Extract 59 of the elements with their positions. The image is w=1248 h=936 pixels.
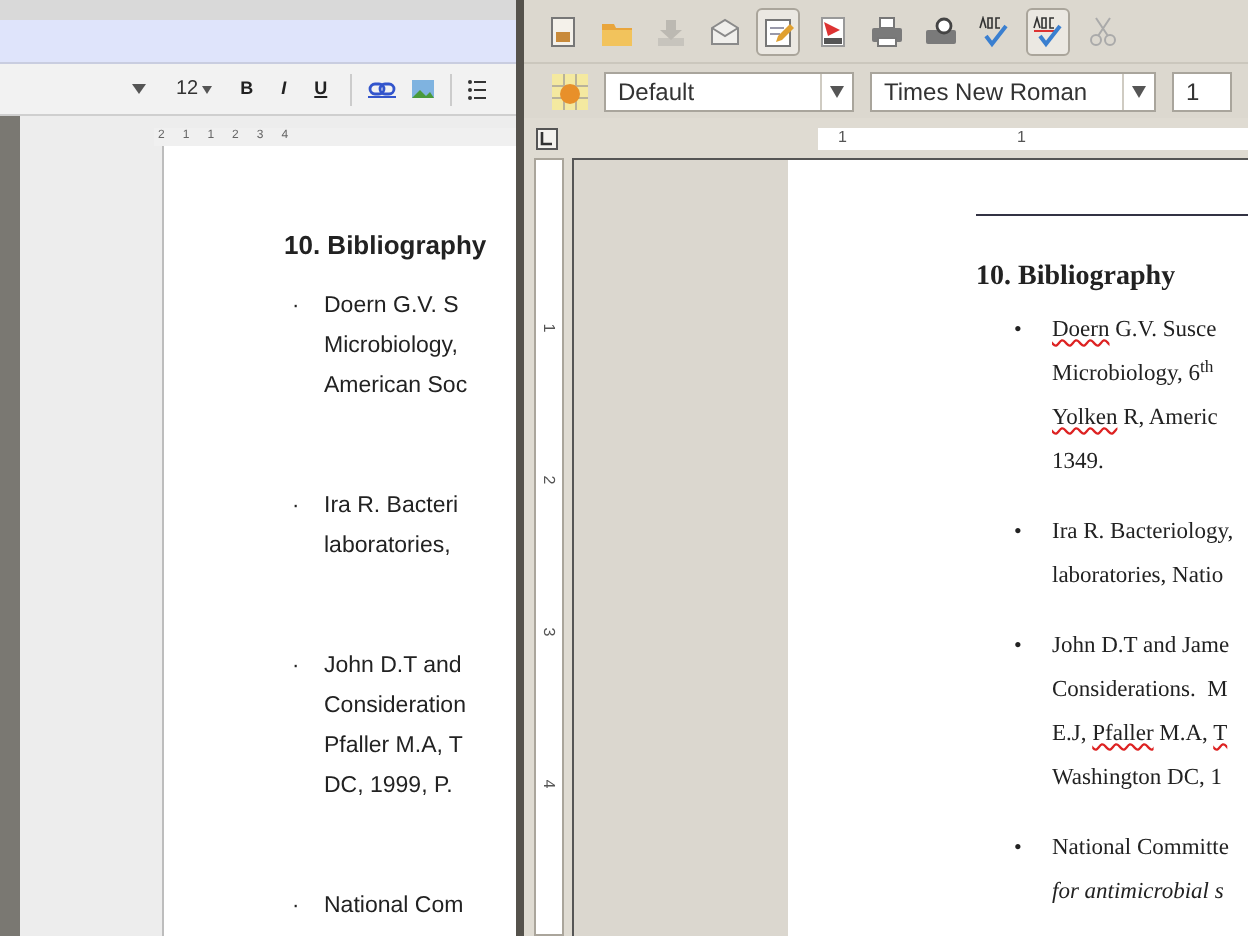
tab-stop-icon[interactable] [536,127,558,149]
scissors-icon [1085,15,1119,47]
bullet: • [1012,834,1024,864]
text-line: E.J, Pfaller M.A, T [1052,720,1230,750]
text-line: National Committe [1052,834,1229,864]
document-icon [545,15,579,47]
text-line: Considerations. M [1052,676,1230,706]
printer-icon [869,15,903,47]
text-line: 1349. [1052,448,1106,478]
text-line: Pfaller M.A, T [324,731,465,761]
image-icon[interactable] [411,80,434,98]
text-line: John D.T and Jame [1052,632,1230,662]
caret-down-icon [202,85,213,93]
link-icon[interactable] [367,81,396,97]
pencil-icon [761,15,795,47]
bold-button[interactable]: B [234,75,260,103]
underline-button[interactable]: U [308,75,334,103]
envelope-icon [707,15,741,47]
font-name-dropdown[interactable]: Times New Roman [870,71,1156,111]
font-size-dropdown[interactable]: 1 [1172,71,1232,111]
text-line: Doern G.V. Susce [1052,316,1218,346]
text-line: Consideration [324,691,466,721]
pencil-button[interactable] [756,7,800,55]
text-line: Ira R. Bacteri [324,491,459,521]
text-line: Yolken R, Americ [1052,404,1218,434]
bullet: · [290,291,302,321]
heading: 10. Bibliography [976,260,1178,296]
text-line: laboratories, Natio [1052,562,1226,592]
text-line: Doern G.V. S [324,291,461,321]
text-line: Microbiology, 6$^{th}$ [1052,353,1216,390]
bullet: · [290,651,302,681]
bullet: · [290,491,302,521]
heading: 10. Bibliography [284,228,489,264]
spellcheck-button[interactable] [1026,7,1070,55]
bullet: · [290,891,302,921]
bullet: • [1012,632,1024,662]
list-icon[interactable] [467,77,486,101]
text-line: DC, 1999, P. [324,771,455,801]
text-line: Ira R. Bacteriology, [1052,518,1234,548]
text-line: Washington DC, 1 [1052,764,1225,794]
font-size-dropdown[interactable]: 12 [170,74,219,104]
text-line: American Soc [324,371,468,401]
bullet: • [1012,518,1024,548]
text-line: laboratories, [324,531,453,561]
spellcheck-icon [1031,15,1065,47]
bullet: • [1012,316,1024,346]
ruler: 1 1 [818,127,1248,149]
vertical-ruler: 1 2 3 4 [534,158,564,936]
spellcheck-icon [977,15,1011,47]
text-line: for antimicrobial s [1052,878,1226,908]
italic-button[interactable]: I [275,75,293,103]
text-line: National Com [324,891,464,921]
text-line: Microbiology, [324,331,460,361]
paragraph-style-dropdown[interactable]: Default [604,71,854,111]
caret-down-icon[interactable] [132,84,146,94]
pdf-icon [815,15,849,47]
download-icon [653,15,687,47]
text-line: John D.T and [324,651,464,681]
magnifier-printer-icon [923,15,957,47]
